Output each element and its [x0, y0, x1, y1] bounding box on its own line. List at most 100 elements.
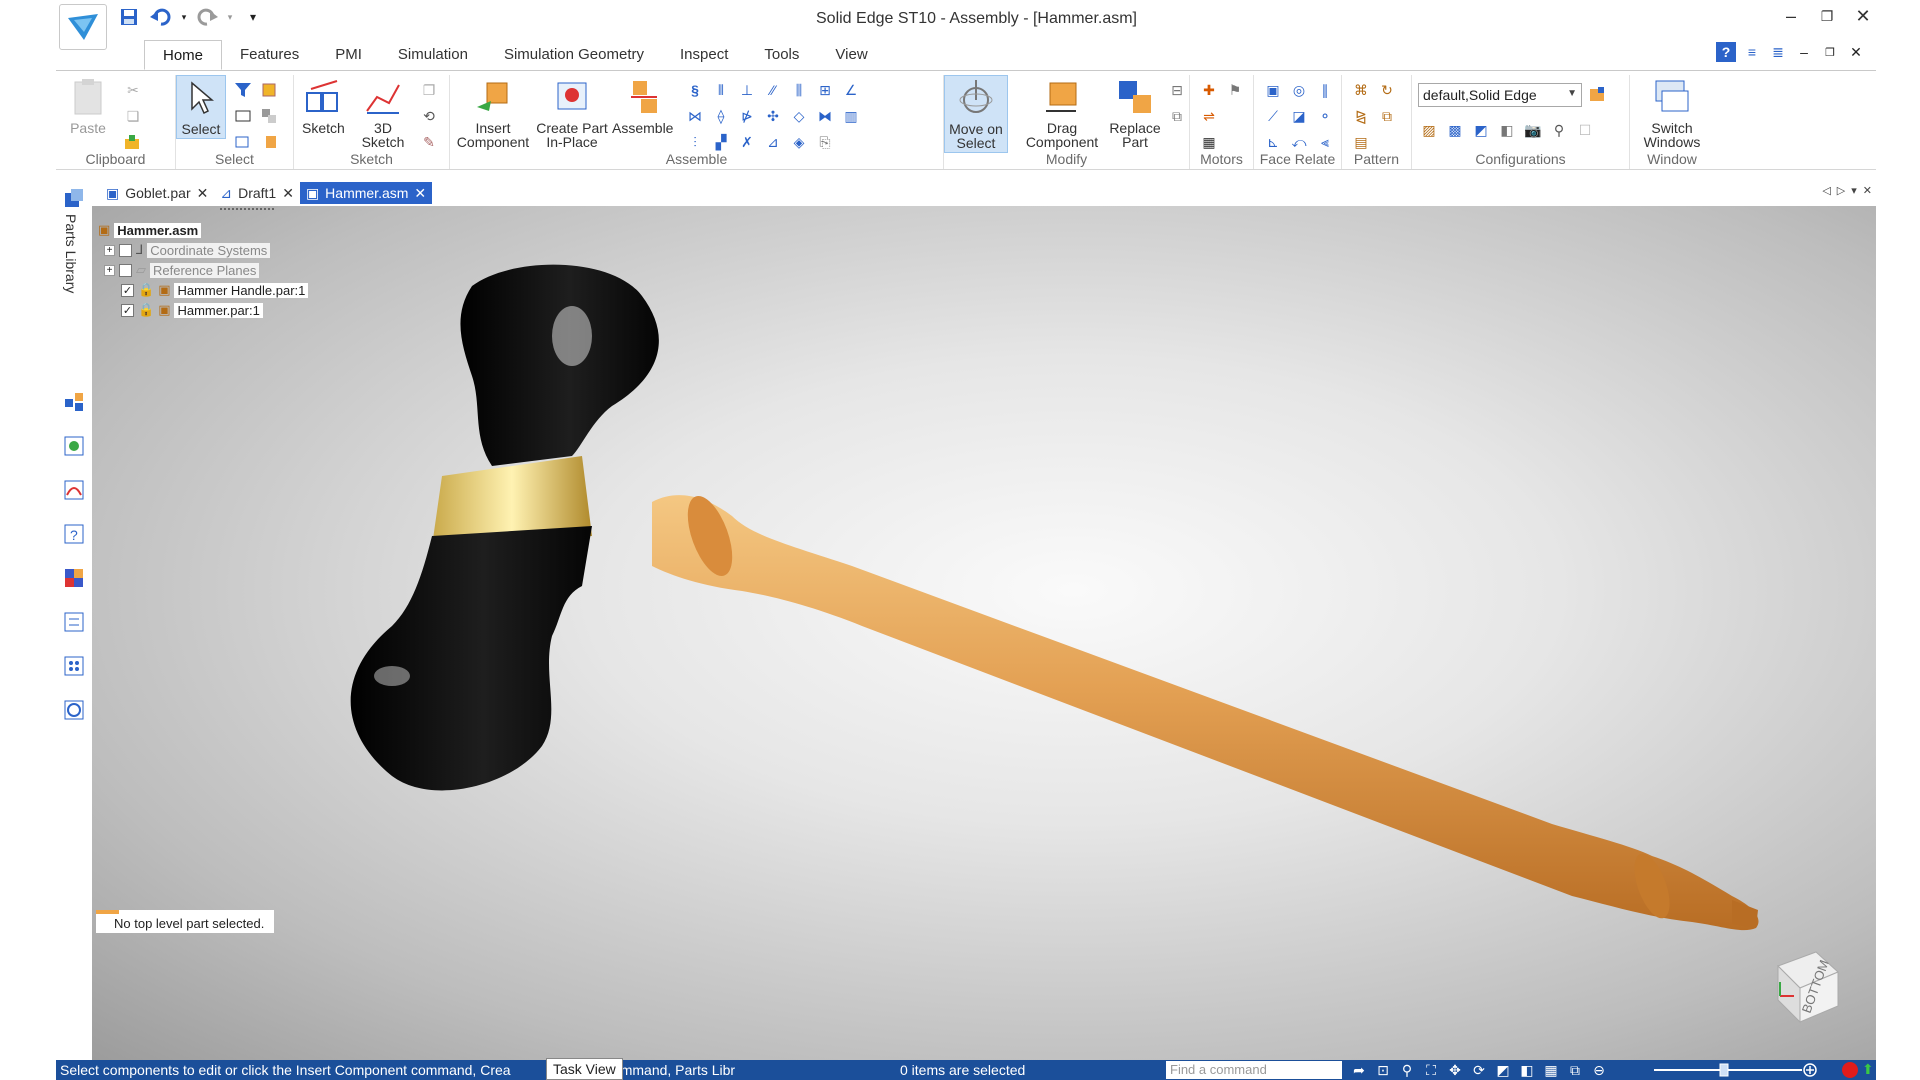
axial-align-icon[interactable]: ⊥: [736, 79, 758, 101]
restore-icon[interactable]: ❐: [1814, 4, 1840, 28]
parts-library-tab[interactable]: Parts Library: [63, 214, 79, 293]
close-icon[interactable]: ✕: [414, 185, 426, 202]
help-panel-icon[interactable]: ?: [62, 522, 86, 546]
minimize-icon[interactable]: –: [1778, 4, 1804, 28]
command-finder-input[interactable]: Find a command: [1166, 1061, 1342, 1079]
select-by-icon[interactable]: [232, 131, 254, 153]
tab-simulation[interactable]: Simulation: [380, 40, 486, 70]
drag-component-button[interactable]: Drag Component: [1026, 77, 1098, 149]
query-icon[interactable]: ◩: [1470, 119, 1492, 141]
tab-view[interactable]: View: [817, 40, 885, 70]
gear-relation-icon[interactable]: ✣: [762, 105, 784, 127]
relationship-handles-icon[interactable]: ◈: [788, 131, 810, 153]
aligned-face-icon[interactable]: ⤺: [1288, 131, 1310, 153]
zoom-slider[interactable]: [1652, 1062, 1818, 1078]
rigid-set-icon[interactable]: ▥: [840, 105, 862, 127]
copy-sketch-icon[interactable]: ❐: [418, 79, 440, 101]
grid-relation-icon[interactable]: ⊞: [814, 79, 836, 101]
scroll-right-icon[interactable]: ▷: [1837, 184, 1845, 197]
close-icon[interactable]: ✕: [197, 185, 209, 202]
engineering-reference-icon[interactable]: [62, 698, 86, 722]
replace-part-button[interactable]: Replace Part: [1106, 77, 1164, 149]
tree-item-hammer[interactable]: ✓ 🔒 ▣ Hammer.par:1: [98, 300, 308, 320]
perpendicular-face-icon[interactable]: ⊾: [1262, 131, 1284, 153]
select-button[interactable]: Select: [176, 75, 226, 139]
application-button[interactable]: [59, 4, 107, 50]
move-on-select-button[interactable]: Move on Select: [944, 75, 1008, 153]
close-icon[interactable]: ✕: [282, 185, 294, 202]
motor-linear-icon[interactable]: ⇌: [1198, 105, 1220, 127]
tree-item-reference-planes[interactable]: + ▱ Reference Planes: [98, 260, 308, 280]
filter-icon[interactable]: [232, 79, 254, 101]
record-icon[interactable]: [1842, 1062, 1858, 1078]
list-icon[interactable]: ≡: [1742, 42, 1762, 62]
rotate-icon[interactable]: ⟳: [1470, 1061, 1488, 1079]
hammer-head[interactable]: [350, 264, 659, 791]
task-view-tooltip[interactable]: Task View: [546, 1058, 623, 1080]
disperse-icon[interactable]: ⧉: [1166, 105, 1188, 127]
cut-icon[interactable]: ✂: [122, 79, 144, 101]
pattern-along-curve-icon[interactable]: ↻: [1376, 79, 1398, 101]
angle-icon[interactable]: ∠: [840, 79, 862, 101]
flash-fit-icon[interactable]: ✗: [736, 131, 758, 153]
color-manager-icon[interactable]: [62, 566, 86, 590]
close-all-icon[interactable]: ✕: [1863, 184, 1872, 197]
tab-list-icon[interactable]: ▾: [1851, 184, 1857, 197]
tab-home[interactable]: Home: [144, 40, 223, 70]
display-config-icon[interactable]: ▨: [1418, 119, 1440, 141]
pathfinder-icon[interactable]: [62, 390, 86, 414]
scroll-left-icon[interactable]: ◁: [1822, 184, 1830, 197]
customize-qat-icon[interactable]: ▾: [240, 5, 266, 29]
select-options-icon[interactable]: [258, 105, 280, 127]
search-icon[interactable]: ⚲: [1548, 119, 1570, 141]
empty-config-icon[interactable]: ☐: [1574, 119, 1596, 141]
fit-icon[interactable]: ⛶: [1422, 1061, 1440, 1079]
tangent-face-icon[interactable]: ⟋: [1262, 105, 1284, 127]
insert-relation-icon[interactable]: ⁄⁄: [762, 79, 784, 101]
insert-component-button[interactable]: Insert Component: [456, 77, 530, 149]
visibility-checkbox[interactable]: [119, 263, 132, 277]
zone-icon[interactable]: ▩: [1444, 119, 1466, 141]
duplicate-icon[interactable]: ⧉: [1376, 105, 1398, 127]
pencil-icon[interactable]: ✎: [418, 131, 440, 153]
assemble-button[interactable]: Assemble: [612, 77, 673, 135]
save-configuration-icon[interactable]: [1586, 83, 1608, 105]
cam-icon[interactable]: ⋫: [736, 105, 758, 127]
arrow-right-icon[interactable]: ➦: [1350, 1061, 1368, 1079]
tree-item-coordinate-systems[interactable]: + ⅃ Coordinate Systems: [98, 240, 308, 260]
visibility-checkbox[interactable]: ✓: [121, 283, 134, 297]
project-icon[interactable]: ⟲: [418, 105, 440, 127]
tab-simulation-geometry[interactable]: Simulation Geometry: [486, 40, 662, 70]
pattern-table-icon[interactable]: ▤: [1350, 131, 1372, 153]
switch-windows-button[interactable]: Switch Windows: [1636, 77, 1708, 149]
hammer-model[interactable]: [92, 206, 1876, 1060]
sketch-button[interactable]: Sketch: [302, 77, 345, 135]
select-box-icon[interactable]: [232, 105, 254, 127]
upload-icon[interactable]: ⬆: [1862, 1061, 1874, 1078]
motor-table-icon[interactable]: ▦: [1198, 131, 1220, 153]
tree-item-hammer-handle[interactable]: ✓ 🔒 ▣ Hammer Handle.par:1: [98, 280, 309, 300]
expand-icon[interactable]: +: [104, 244, 115, 256]
named-views-icon[interactable]: ⧉: [1566, 1061, 1584, 1079]
redo-dropdown-icon[interactable]: ▾: [226, 5, 234, 29]
center-plane-icon[interactable]: ⧓: [814, 105, 836, 127]
layers-icon[interactable]: [62, 610, 86, 634]
doc-restore-icon[interactable]: ❐: [1820, 42, 1840, 62]
zoom-area-icon[interactable]: ⊡: [1374, 1061, 1392, 1079]
motor-icon[interactable]: ✚: [1198, 79, 1220, 101]
ground-icon[interactable]: ▞: [710, 131, 732, 153]
tab-pmi[interactable]: PMI: [317, 40, 380, 70]
rigid-face-icon[interactable]: ⫷: [1314, 131, 1336, 153]
pattern-icon[interactable]: ⌘: [1350, 79, 1372, 101]
parts-library-icon[interactable]: [62, 186, 86, 210]
match-coordinate-icon[interactable]: ⫶: [684, 131, 706, 153]
zoom-out-icon[interactable]: ⊖: [1590, 1061, 1608, 1079]
tab-tools[interactable]: Tools: [746, 40, 817, 70]
format-painter-icon[interactable]: [122, 131, 144, 153]
visibility-checkbox[interactable]: ✓: [121, 303, 134, 317]
doc-close-icon[interactable]: ✕: [1846, 42, 1866, 62]
capture-fit-icon[interactable]: ⊿: [762, 131, 784, 153]
sensors-icon[interactable]: [62, 478, 86, 502]
concentric-icon[interactable]: ◎: [1288, 79, 1310, 101]
tangent-icon[interactable]: ⟠: [710, 105, 732, 127]
